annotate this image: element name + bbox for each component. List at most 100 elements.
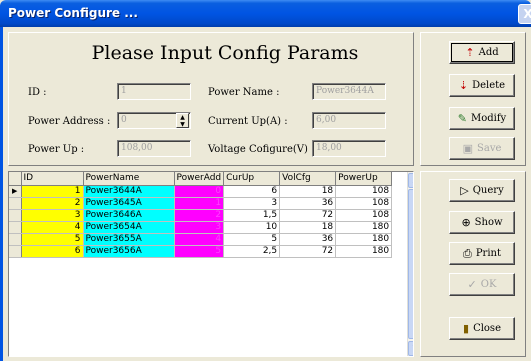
current-up-cell[interactable]: 2,5 [223,245,281,258]
show-label: Show [474,217,503,228]
current-up-cell[interactable]: 1,5 [223,209,281,222]
table-row[interactable]: 4 Power3654A 3 10 18 180 [9,221,393,234]
query-label: Query [472,185,504,196]
column-header[interactable]: PowerAdd [174,172,225,186]
modify-button[interactable]: ✎ Modify [449,107,515,130]
column-header[interactable]: CurUp [223,172,281,186]
power-name-cell[interactable]: Power3644A [83,185,175,198]
power-address-cell[interactable]: 1 [174,197,225,210]
modify-icon: ✎ [457,112,467,125]
current-up-field[interactable]: 6,00 [312,112,386,129]
voltage-config-field[interactable]: 18,00 [312,140,386,157]
id-cell[interactable]: 4 [21,221,84,234]
power-up-cell[interactable]: 108 [335,209,393,222]
column-header[interactable]: PowerName [83,172,175,186]
power-name-cell[interactable]: Power3646A [83,209,175,222]
ok-button[interactable]: ✓ OK [449,273,515,296]
row-indicator-header [9,172,22,186]
current-up-label: Current Up(A) : [208,116,288,127]
query-button[interactable]: ▷ Query [449,179,515,202]
delete-record-icon: ⇣ [458,79,469,92]
power-address-cell[interactable]: 4 [174,233,225,246]
form-heading: Please Input Config Params [91,42,359,64]
power-address-label: Power Address : [28,116,111,127]
voltage-config-cell[interactable]: 36 [279,197,337,210]
voltage-config-cell[interactable]: 18 [279,221,337,234]
power-configure-window: Power Configure ... X Please Input Confi… [0,0,531,361]
print-button[interactable]: ⎙ Print [449,242,515,265]
scroll-thumb[interactable] [408,189,413,339]
grid-vertical-scrollbar[interactable]: ▲ ▼ [407,172,413,356]
modify-label: Modify [471,113,507,124]
ok-label: OK [480,279,497,290]
current-up-cell[interactable]: 3 [223,197,281,210]
current-up-cell[interactable]: 5 [223,233,281,246]
voltage-config-label: Voltage Cofigure(V) : [208,144,315,155]
title-bar[interactable]: Power Configure ... X [0,0,531,27]
power-address-cell[interactable]: 3 [174,221,225,234]
delete-label: Delete [472,80,506,91]
column-header[interactable]: VolCfg [279,172,337,186]
id-cell[interactable]: 1 [21,185,84,198]
current-row-pointer-icon: ▶ [9,185,22,198]
id-label: ID : [28,87,47,98]
power-name-cell[interactable]: Power3654A [83,221,175,234]
scroll-down-icon[interactable]: ▼ [408,341,413,356]
row-indicator [9,245,22,258]
column-header[interactable]: ID [21,172,84,186]
close-window-button[interactable]: X [518,4,531,24]
table-row[interactable]: 3 Power3646A 2 1,5 72 108 [9,209,393,222]
power-up-cell[interactable]: 180 [335,233,393,246]
row-indicator [9,221,22,234]
show-button[interactable]: ⊕ Show [449,211,515,234]
id-cell[interactable]: 2 [21,197,84,210]
power-address-spinner[interactable]: ▲ ▼ [176,113,189,128]
power-name-cell[interactable]: Power3656A [83,245,175,258]
scroll-up-icon[interactable]: ▲ [408,173,413,188]
add-button[interactable]: ⇡ Add [449,41,515,64]
power-up-cell[interactable]: 108 [335,197,393,210]
column-header[interactable]: PowerUp [335,172,393,186]
power-up-cell[interactable]: 180 [335,245,393,258]
id-cell[interactable]: 5 [21,233,84,246]
voltage-config-cell[interactable]: 18 [279,185,337,198]
window-frame [0,27,3,361]
power-name-cell[interactable]: Power3655A [83,233,175,246]
close-label: Close [473,323,501,334]
id-field[interactable]: 1 [117,83,191,100]
table-row[interactable]: ▶ 1 Power3644A 0 6 18 108 [9,185,393,198]
power-up-cell[interactable]: 108 [335,185,393,198]
window-title: Power Configure ... [8,6,138,20]
power-up-field[interactable]: 108,00 [117,140,191,157]
power-name-cell[interactable]: Power3645A [83,197,175,210]
save-button[interactable]: ▣ Save [449,137,515,160]
query-icon: ▷ [460,184,469,197]
table-row[interactable]: 5 Power3655A 4 5 36 180 [9,233,393,246]
id-cell[interactable]: 6 [21,245,84,258]
table-row[interactable]: 2 Power3645A 1 3 36 108 [9,197,393,210]
grid-table: ID PowerName PowerAdd CurUp VolCfg Power… [9,172,393,258]
grid-header-row: ID PowerName PowerAdd CurUp VolCfg Power… [9,172,393,186]
current-up-cell[interactable]: 6 [223,185,281,198]
row-indicator [9,233,22,246]
power-address-cell[interactable]: 0 [174,185,225,198]
door-icon: ▮ [463,322,470,335]
delete-button[interactable]: ⇣ Delete [449,74,515,97]
save-icon: ▣ [462,142,473,155]
close-button[interactable]: ▮ Close [449,317,515,340]
save-label: Save [477,143,502,154]
power-address-cell[interactable]: 2 [174,209,225,222]
voltage-config-cell[interactable]: 72 [279,245,337,258]
power-config-grid[interactable]: ID PowerName PowerAdd CurUp VolCfg Power… [8,171,414,357]
id-cell[interactable]: 3 [21,209,84,222]
power-up-cell[interactable]: 180 [335,221,393,234]
power-name-label: Power Name : [208,87,280,98]
current-up-cell[interactable]: 10 [223,221,281,234]
power-address-cell[interactable]: 5 [174,245,225,258]
voltage-config-cell[interactable]: 36 [279,233,337,246]
voltage-config-cell[interactable]: 72 [279,209,337,222]
printer-icon: ⎙ [463,246,472,260]
check-icon: ✓ [467,278,477,291]
power-name-field[interactable]: Power3644A [312,83,386,100]
table-row[interactable]: 6 Power3656A 5 2,5 72 180 [9,245,393,258]
